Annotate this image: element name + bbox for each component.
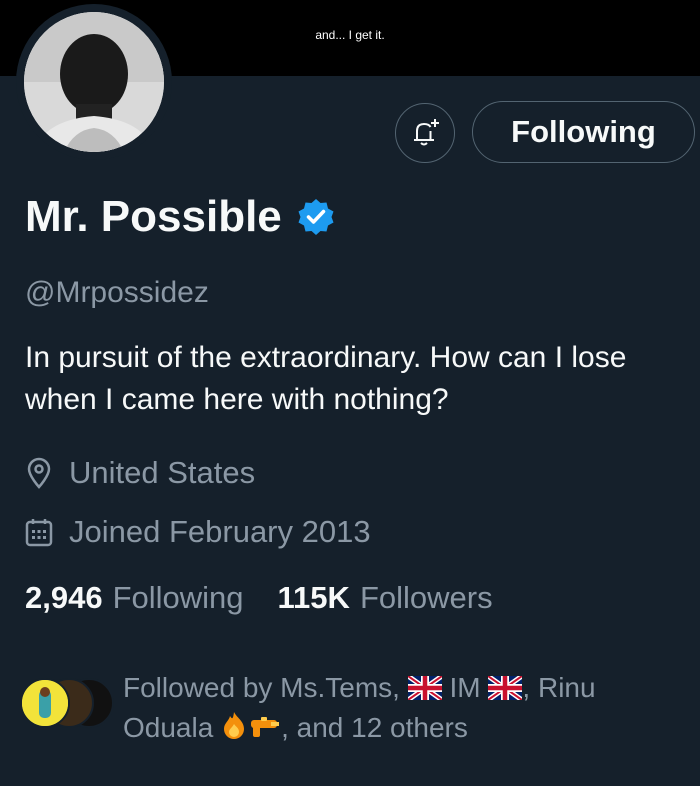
- followed-by-name2: IM: [449, 672, 481, 703]
- follower-avatar-1: [20, 678, 70, 728]
- verified-badge-icon[interactable]: [296, 197, 336, 237]
- location-text: United States: [69, 455, 256, 490]
- avatar-image: [24, 12, 164, 152]
- followers-count: 115K: [277, 580, 350, 615]
- followed-by-text[interactable]: Followed by Ms.Tems, IM , Rinu Oduala , a…: [123, 668, 683, 748]
- profile-handle: @Mrpossidez: [25, 276, 209, 309]
- water-gun-emoji: [251, 717, 280, 737]
- following-count-label: Following: [112, 580, 244, 615]
- calendar-icon: [25, 519, 53, 547]
- profile-avatar[interactable]: [16, 4, 172, 160]
- followers-count-link[interactable]: 115K Followers: [278, 580, 493, 616]
- uk-flag-icon: [407, 676, 442, 700]
- followers-count-label: Followers: [359, 580, 493, 615]
- location-pin-icon: [27, 457, 51, 489]
- notifications-button[interactable]: [395, 103, 455, 163]
- following-count-link[interactable]: 2,946 Following: [25, 580, 244, 616]
- profile-bio: In pursuit of the extraordinary. How can…: [25, 341, 627, 416]
- display-name: Mr. Possible: [25, 192, 282, 241]
- followed-by-name3-part2: Oduala: [123, 712, 214, 743]
- followed-by-suffix: , and 12 others: [281, 712, 468, 743]
- fire-emoji: [224, 712, 245, 739]
- uk-flag-icon: [488, 676, 523, 700]
- name-row: Mr. Possible: [25, 192, 336, 242]
- joined-text: Joined February 2013: [69, 514, 371, 549]
- followed-by-name3-part1: Rinu: [537, 672, 596, 703]
- following-button[interactable]: Following: [472, 101, 695, 163]
- follow-counts: 2,946 Following 115K Followers: [25, 580, 493, 616]
- followed-by-avatars[interactable]: [20, 678, 116, 728]
- location-row: United States: [25, 455, 255, 491]
- followed-by-prefix: Followed by Ms.Tems,: [123, 672, 400, 703]
- joined-row: Joined February 2013: [25, 514, 371, 550]
- bell-plus-icon: [414, 119, 439, 146]
- following-count: 2,946: [25, 580, 103, 615]
